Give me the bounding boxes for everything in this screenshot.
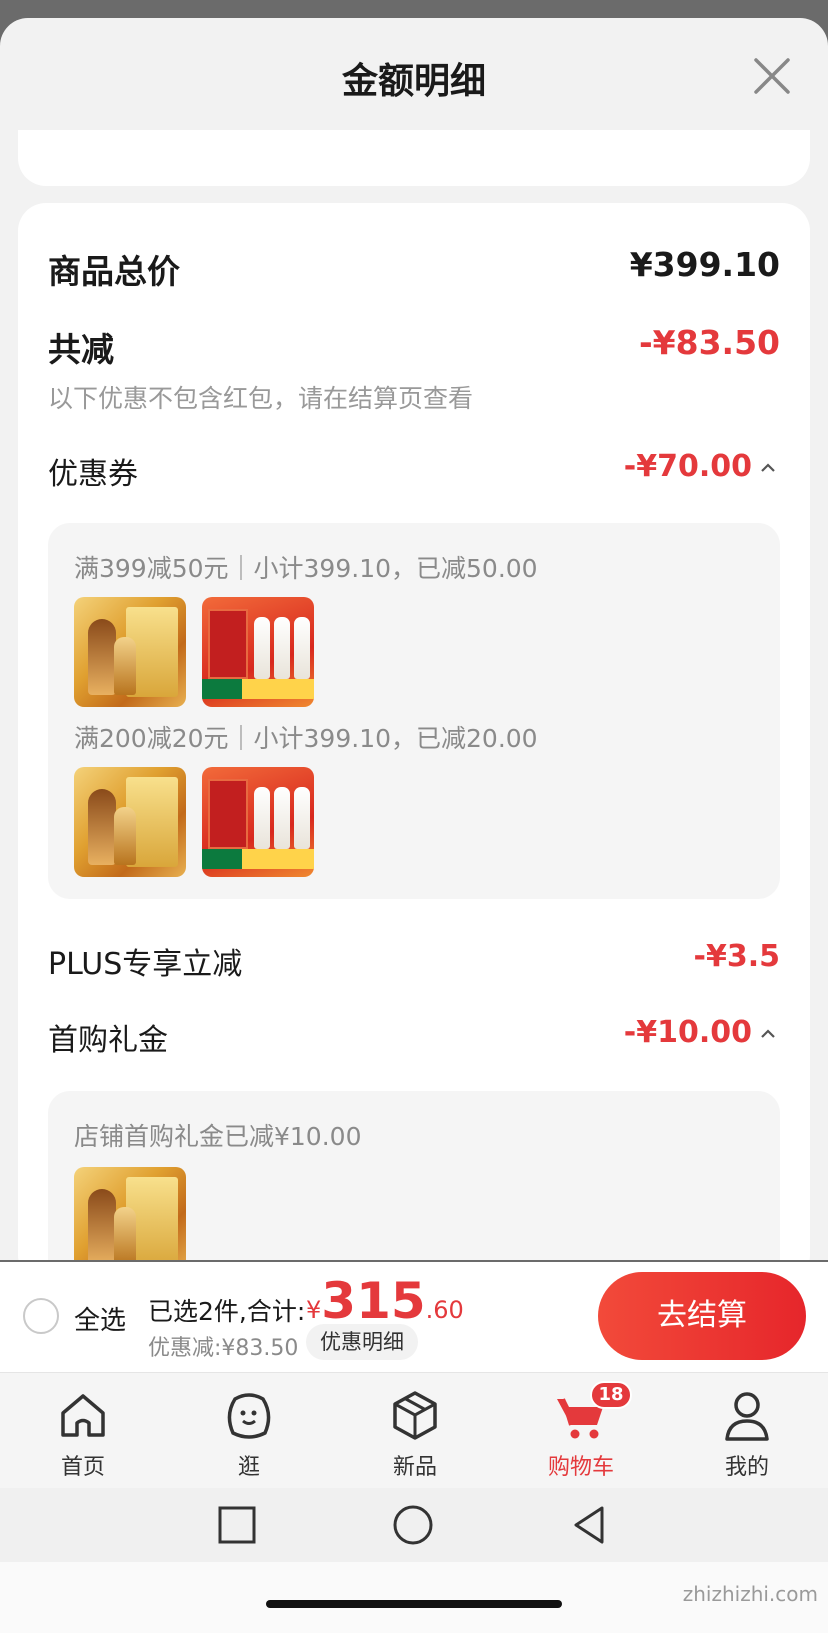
goods-total-row: 商品总价 ¥399.10 bbox=[48, 245, 780, 291]
browse-icon bbox=[227, 1393, 271, 1439]
new-products-icon bbox=[393, 1391, 437, 1440]
bottle-icon bbox=[88, 789, 116, 865]
product-thumb-gold-3[interactable] bbox=[74, 1167, 186, 1260]
bottle-icon bbox=[274, 617, 290, 679]
chevron-up-icon[interactable] bbox=[756, 1022, 780, 1046]
back-triangle-icon[interactable] bbox=[566, 1502, 612, 1548]
tab-profile[interactable]: 我的 bbox=[664, 1373, 828, 1489]
total-currency: ¥ bbox=[306, 1296, 322, 1324]
sheet-header: 金额明细 bbox=[0, 18, 828, 138]
bottle-icon bbox=[114, 1207, 136, 1260]
tab-browse[interactable]: 逛 bbox=[166, 1373, 332, 1489]
product-thumb-red-1[interactable] bbox=[202, 597, 314, 707]
bottle-icon bbox=[114, 807, 136, 865]
total-reduce-value: -¥83.50 bbox=[638, 323, 780, 362]
tab-new-products[interactable]: 新品 bbox=[332, 1373, 498, 1489]
bottom-tab-bar: 首页 逛 新品 18 购物车 我的 bbox=[0, 1372, 828, 1488]
product-thumb-gold-1[interactable] bbox=[74, 597, 186, 707]
promo-band bbox=[202, 679, 242, 699]
coupon-value-wrap: -¥70.00 bbox=[624, 449, 780, 484]
tab-label-browse: 逛 bbox=[237, 1455, 260, 1480]
first-gift-detail-box: 店铺首购礼金已减¥10.00 bbox=[48, 1091, 780, 1260]
coupon-row[interactable]: 优惠券 -¥70.00 bbox=[48, 449, 780, 492]
home-indicator[interactable] bbox=[266, 1600, 562, 1608]
total-reduce-label: 共减 bbox=[48, 330, 114, 369]
coupon-detail-box: 满399减50元｜小计399.10，已减50.00 满200减20元｜小计399… bbox=[48, 523, 780, 899]
bottle-icon bbox=[294, 787, 310, 849]
first-gift-rule: 店铺首购礼金已减¥10.00 bbox=[74, 1122, 362, 1151]
total-reduce-row: 共减 -¥83.50 bbox=[48, 323, 780, 369]
goods-total-value: ¥399.10 bbox=[629, 245, 780, 284]
previous-card bbox=[18, 130, 810, 186]
total-integer: 315 bbox=[321, 1272, 426, 1330]
bottle-icon bbox=[88, 1189, 116, 1260]
tab-label-home: 首页 bbox=[60, 1455, 105, 1480]
coupon-rule-2: 满200减20元｜小计399.10，已减20.00 bbox=[74, 724, 538, 753]
chevron-up-icon[interactable] bbox=[756, 456, 780, 480]
first-gift-value: -¥10.00 bbox=[623, 1015, 752, 1050]
recent-apps-icon[interactable] bbox=[214, 1502, 260, 1548]
cart-count-badge: 18 bbox=[590, 1381, 632, 1409]
price-breakdown-card: 商品总价 ¥399.10 共减 -¥83.50 以下优惠不包含红包，请在结算页查… bbox=[18, 203, 810, 1260]
amount-detail-sheet: 金额明细 商品总价 ¥399.10 共减 -¥83.50 以下优惠不包含红包，请… bbox=[0, 18, 828, 1260]
bottle-icon bbox=[254, 617, 270, 679]
tab-label-profile: 我的 bbox=[724, 1455, 769, 1480]
tab-home[interactable]: 首页 bbox=[0, 1373, 166, 1489]
product-thumb-gold-2[interactable] bbox=[74, 767, 186, 877]
home-circle-icon[interactable] bbox=[390, 1502, 436, 1548]
goods-total-label: 商品总价 bbox=[48, 252, 180, 291]
sheet-title: 金额明细 bbox=[341, 61, 486, 102]
bottle-icon bbox=[294, 617, 310, 679]
tab-label-new-products: 新品 bbox=[392, 1455, 437, 1480]
plus-discount-label: PLUS专享立减 bbox=[48, 947, 243, 982]
product-thumb-red-2[interactable] bbox=[202, 767, 314, 877]
first-gift-row[interactable]: 首购礼金 -¥10.00 bbox=[48, 1015, 780, 1058]
gift-box-icon bbox=[208, 779, 248, 849]
gift-box-icon bbox=[208, 609, 248, 679]
system-navigation-bar bbox=[0, 1488, 828, 1562]
first-gift-value-wrap: -¥10.00 bbox=[624, 1015, 780, 1050]
home-icon bbox=[61, 1394, 105, 1437]
checkout-button[interactable]: 去结算 bbox=[598, 1272, 806, 1360]
cart-checkout-bar: 全选 已选2件,合计: ¥315.60 优惠减:¥83.50 优惠明细 去结算 bbox=[0, 1262, 828, 1372]
coupon-label: 优惠券 bbox=[48, 457, 138, 492]
discount-summary: 优惠减:¥83.50 bbox=[148, 1336, 299, 1361]
total-price: ¥315.60 bbox=[306, 1272, 464, 1330]
selected-count: 已选2件,合计: bbox=[148, 1297, 306, 1326]
select-all-label[interactable]: 全选 bbox=[74, 1300, 126, 1337]
discount-detail-button[interactable]: 优惠明细 bbox=[306, 1324, 418, 1360]
bottle-icon bbox=[88, 619, 116, 695]
reduce-note: 以下优惠不包含红包，请在结算页查看 bbox=[48, 384, 474, 413]
bottle-icon bbox=[254, 787, 270, 849]
total-decimal: .60 bbox=[425, 1296, 464, 1324]
watermark-text: zhizhizhi.com bbox=[682, 1582, 818, 1606]
coupon-rule-1: 满399减50元｜小计399.10，已减50.00 bbox=[74, 554, 538, 583]
first-gift-label: 首购礼金 bbox=[48, 1023, 168, 1058]
reduce-note-row: 以下优惠不包含红包，请在结算页查看 bbox=[48, 379, 780, 415]
promo-band bbox=[202, 849, 242, 869]
plus-discount-row: PLUS专享立减 -¥3.5 bbox=[48, 939, 780, 982]
tab-cart[interactable]: 18 购物车 bbox=[498, 1373, 664, 1489]
close-icon[interactable] bbox=[750, 54, 794, 98]
profile-icon bbox=[725, 1392, 769, 1441]
plus-discount-value: -¥3.5 bbox=[693, 939, 780, 974]
select-all-checkbox[interactable] bbox=[23, 1298, 59, 1334]
bottle-icon bbox=[274, 787, 290, 849]
coupon-value: -¥70.00 bbox=[623, 449, 752, 484]
bottle-icon bbox=[114, 637, 136, 695]
tab-label-cart: 购物车 bbox=[547, 1455, 614, 1480]
